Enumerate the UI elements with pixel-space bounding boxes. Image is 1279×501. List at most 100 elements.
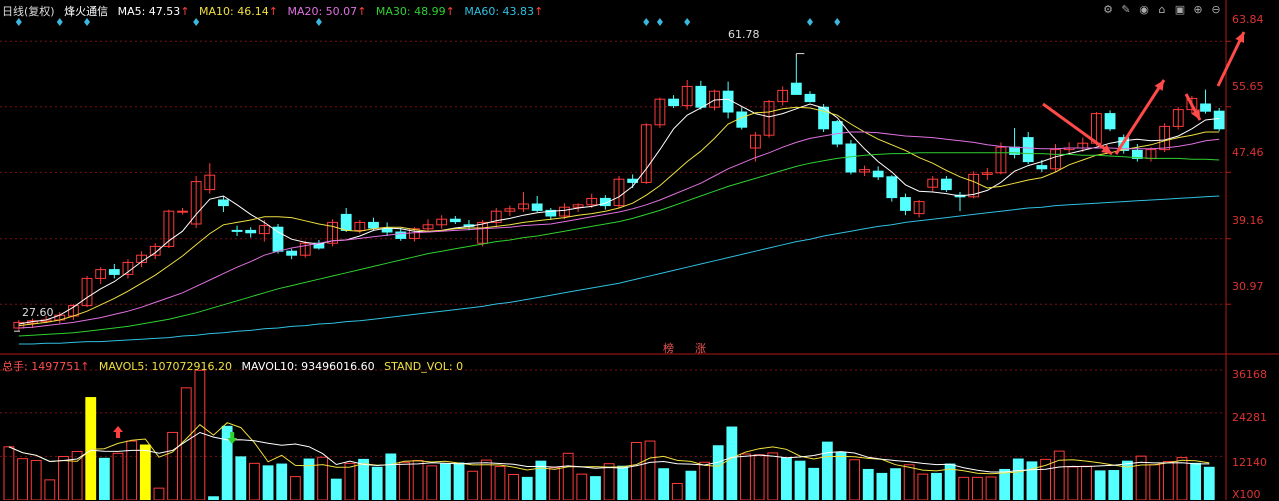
volume-bar — [971, 476, 983, 500]
volume-bar — [167, 431, 179, 500]
volume-bar — [1162, 461, 1174, 500]
volume-bar — [98, 457, 110, 500]
candle-body — [218, 199, 229, 207]
volume-bar — [821, 441, 833, 500]
volume-bar — [1176, 457, 1188, 500]
volume-bar — [508, 473, 520, 500]
volume-bar — [58, 456, 69, 500]
volume-bar — [617, 465, 629, 500]
event-marker — [656, 18, 663, 26]
volume-bar — [153, 487, 165, 500]
volume-bar — [112, 452, 124, 500]
volume-bar — [426, 465, 438, 500]
volume-bar — [985, 476, 997, 500]
event-marker — [834, 18, 841, 26]
gear-icon[interactable]: ⚙ — [1101, 3, 1115, 17]
volume-bar — [603, 463, 615, 500]
edit-icon[interactable]: ✎ — [1119, 3, 1133, 17]
volume-bar — [139, 444, 151, 500]
candle-body — [695, 85, 707, 108]
volume-bar — [862, 468, 874, 500]
volume-bar — [876, 472, 888, 500]
minus-icon[interactable]: ⊖ — [1209, 3, 1223, 17]
volume-bar — [712, 445, 724, 500]
mavol5-label: MAVOL5: 107072916.20 — [98, 360, 233, 373]
stock-chart — [0, 0, 1279, 500]
volume-bar — [1149, 464, 1161, 500]
volume-bar — [699, 461, 710, 500]
volume-bar — [262, 465, 274, 500]
volume-bar — [658, 468, 670, 500]
volume-bar — [399, 461, 410, 500]
candle-body — [1104, 113, 1116, 130]
volume-bar — [644, 440, 656, 500]
y-tick-label: 63.84 — [1232, 13, 1264, 26]
volume-bar — [781, 457, 792, 500]
plus-icon[interactable]: ⊕ — [1191, 3, 1205, 17]
eye-icon[interactable]: ◉ — [1137, 3, 1151, 17]
event-marker — [15, 18, 22, 26]
candle-body — [1213, 110, 1225, 130]
ma20-label: MA20: 50.07 — [287, 5, 358, 18]
home-icon[interactable]: ⌂ — [1155, 3, 1169, 17]
event-marker — [643, 18, 650, 26]
volume-bar — [235, 456, 247, 500]
volume-bar — [849, 459, 861, 500]
chart-toolbar: ⚙ ✎ ◉ ⌂ ▣ ⊕ ⊖ — [1101, 3, 1223, 17]
volume-bar — [44, 479, 56, 500]
y-tick-label: 39.16 — [1232, 214, 1264, 227]
volume-up-arrow — [113, 426, 124, 438]
volume-bar — [289, 476, 301, 500]
ma30-label: MA30: 48.99 — [375, 5, 446, 18]
volume-legend: 总手: 1497751↑ MAVOL5: 107072916.20 MAVOL1… — [2, 360, 464, 373]
volume-bar — [576, 473, 588, 500]
volume-bar — [344, 462, 356, 500]
volume-bar — [480, 459, 492, 500]
volume-tick-label: 36168 — [1232, 368, 1267, 381]
volume-bar — [1203, 466, 1215, 500]
stand-vol-label: STAND_VOL: 0 — [384, 360, 464, 373]
ma10-label: MA10: 46.14 — [199, 5, 269, 18]
volume-bar — [726, 426, 738, 500]
candle-body — [286, 250, 298, 256]
volume-tick-label: X100 — [1232, 488, 1261, 501]
ranking-tag[interactable]: 榜 — [663, 340, 674, 356]
volume-bar — [562, 452, 574, 500]
rise-tag[interactable]: 涨 — [695, 340, 706, 356]
volume-bar — [521, 476, 533, 500]
candle-body — [790, 82, 802, 95]
volume-bar — [767, 452, 779, 500]
candle-body — [108, 269, 120, 275]
lock-icon[interactable]: ▣ — [1173, 3, 1187, 17]
candle-body — [940, 178, 952, 191]
period-label[interactable]: 日线(复权) — [2, 5, 55, 18]
candle-body — [1036, 165, 1048, 170]
candle-body — [340, 213, 352, 231]
low-price-label: 27.60 — [22, 306, 54, 319]
ma60-label: MA60: 43.83 — [464, 5, 535, 18]
candle-body — [1200, 103, 1211, 112]
volume-bar — [1094, 470, 1106, 500]
volume-bar — [1190, 462, 1202, 500]
candle-body — [886, 176, 898, 199]
candle-body — [668, 98, 679, 107]
volume-bar — [17, 458, 28, 500]
volume-bar — [999, 468, 1011, 500]
volume-bar — [740, 453, 751, 500]
volume-tick-label: 12140 — [1232, 456, 1267, 469]
candle-body — [845, 143, 857, 173]
mavol10-label: MAVOL10: 93496016.60 — [241, 360, 375, 373]
ma-line-ma10 — [18, 106, 1220, 327]
volume-bar — [1081, 465, 1092, 500]
volume-bar — [317, 456, 329, 500]
volume-bar — [249, 462, 260, 500]
ma5-label: MA5: 47.53 — [117, 5, 181, 18]
event-marker — [806, 18, 813, 26]
volume-bar — [931, 472, 942, 500]
volume-bar — [590, 476, 601, 500]
volume-bar — [371, 466, 383, 500]
candle-body — [368, 221, 379, 229]
candle-body — [272, 226, 284, 252]
volume-bar — [439, 463, 451, 500]
event-marker — [684, 18, 691, 26]
